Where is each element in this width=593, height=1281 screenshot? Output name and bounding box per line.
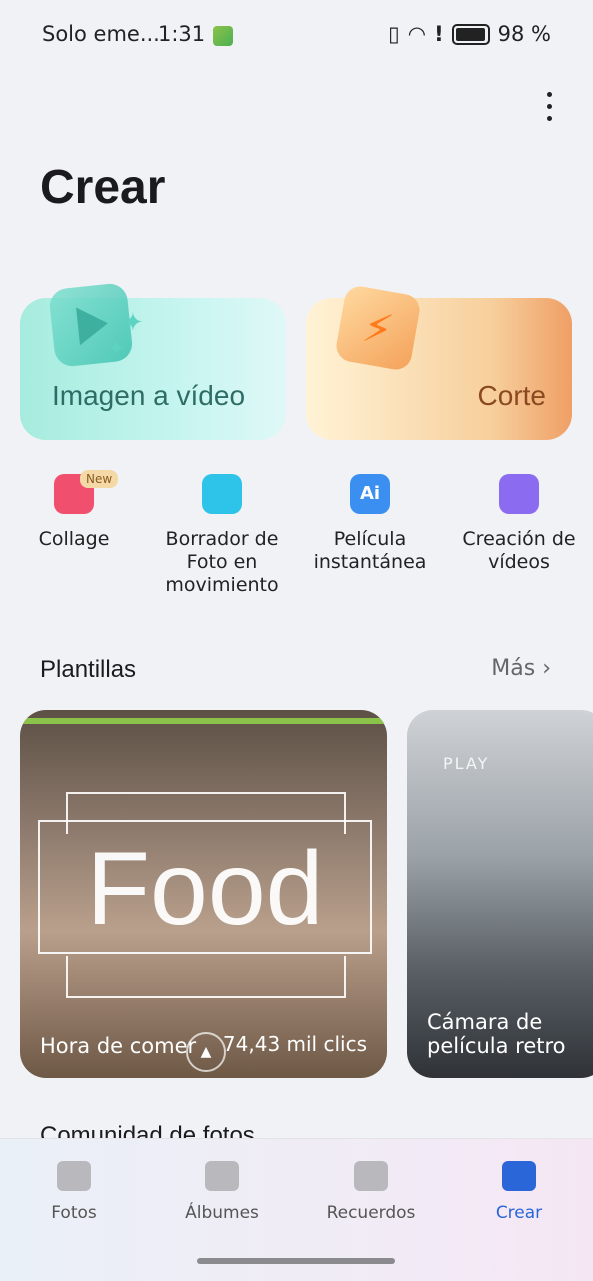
battery-icon <box>451 23 490 45</box>
nav-label: Recuerdos <box>326 1203 416 1223</box>
clock: 1:31 <box>158 22 206 46</box>
nav-fotos[interactable]: Fotos <box>14 1161 134 1223</box>
video-camera-icon <box>499 474 539 514</box>
sparkle-icon: ✦ <box>122 308 144 338</box>
nav-label: Álbumes <box>185 1203 259 1223</box>
system-icons: ▯ ◠ ! 98 % <box>388 22 551 46</box>
page-title: Crear <box>40 161 166 214</box>
template-card-retro-camera[interactable]: PLAY Cámara de película retro <box>407 710 593 1078</box>
tool-label: Collage <box>38 528 110 550</box>
tool-collage[interactable]: Collage <box>4 474 144 551</box>
template-overlay-text: Food <box>86 831 324 947</box>
lightning-icon: ⚡ <box>333 283 423 373</box>
new-badge: New <box>80 470 119 488</box>
more-options-icon[interactable] <box>543 92 555 128</box>
frame-decoration <box>66 956 346 998</box>
tool-label: Borrador de Foto en movimiento <box>165 528 279 596</box>
more-label: Más <box>491 656 536 681</box>
carrier-text: Solo eme... <box>42 22 160 46</box>
template-card-food[interactable]: Food Hora de comer 74,43 mil clics ▲ <box>20 710 387 1078</box>
vibrate-icon: ▯ <box>388 22 400 46</box>
card-label: Imagen a vídeo <box>52 380 246 411</box>
motion-eraser-icon <box>202 474 242 514</box>
tool-label: Película instantánea <box>313 528 427 573</box>
home-indicator[interactable] <box>197 1258 395 1264</box>
more-link[interactable]: Más › <box>491 656 551 681</box>
wifi-icon: ◠ <box>407 22 427 46</box>
nav-recuerdos[interactable]: Recuerdos <box>311 1161 431 1223</box>
tool-motion-eraser[interactable]: Borrador de Foto en movimiento <box>152 474 292 597</box>
progress-bar <box>20 718 387 724</box>
ai-film-icon: Ai <box>350 474 390 514</box>
template-caption: Hora de comer <box>40 1034 197 1058</box>
tool-label: Creación de vídeos <box>462 528 576 573</box>
chevron-up-icon[interactable]: ▲ <box>186 1032 226 1072</box>
nav-label: Fotos <box>51 1203 97 1223</box>
nav-crear[interactable]: Crear <box>459 1161 579 1223</box>
create-icon <box>502 1161 536 1191</box>
template-caption: Cámara de película retro <box>427 1010 566 1058</box>
gallery-notification-icon <box>213 26 233 46</box>
tool-video-creation[interactable]: Creación de vídeos <box>449 474 589 574</box>
photos-icon <box>57 1161 91 1191</box>
alert-icon: ! <box>434 22 444 46</box>
nav-albumes[interactable]: Álbumes <box>162 1161 282 1223</box>
nav-label: Crear <box>495 1203 543 1223</box>
templates-title: Plantillas <box>40 656 137 683</box>
albums-icon <box>205 1161 239 1191</box>
battery-percent: 98 % <box>497 22 551 46</box>
template-clicks: 74,43 mil clics <box>222 1032 367 1056</box>
chevron-right-icon: › <box>542 656 551 681</box>
tool-instant-film[interactable]: Ai Película instantánea <box>300 474 440 574</box>
sparkle-icon: ✦ <box>108 336 125 360</box>
memories-icon <box>354 1161 388 1191</box>
template-overlay-text: PLAY <box>443 754 490 773</box>
status-bar: Solo eme... 1:31 ▯ ◠ ! 98 % <box>0 0 593 72</box>
card-label: Corte <box>477 380 546 411</box>
